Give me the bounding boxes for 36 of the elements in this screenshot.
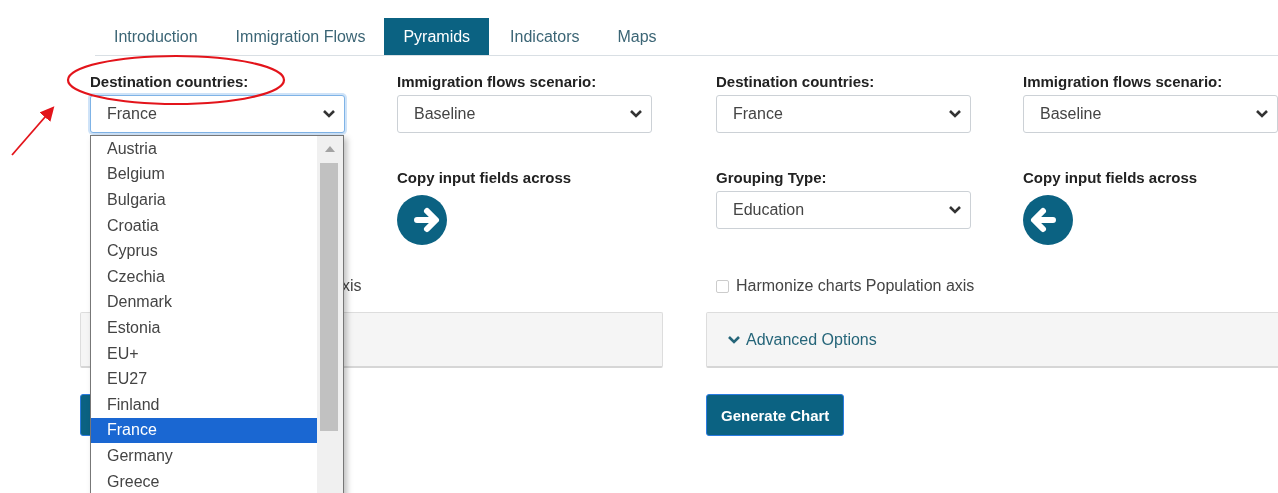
chevron-down-icon — [1255, 109, 1269, 119]
arrow-left-icon[interactable] — [1023, 195, 1073, 245]
checkbox[interactable] — [716, 279, 729, 293]
select-field[interactable]: France — [716, 95, 971, 133]
chevron-down-icon — [322, 109, 336, 119]
tab[interactable]: Introduction — [95, 18, 217, 55]
select-field[interactable]: Education — [716, 191, 971, 229]
select-field[interactable]: France — [90, 95, 345, 133]
checkbox-label: Harmonize charts Population axis — [736, 277, 975, 295]
chevron-down-icon — [948, 205, 962, 215]
scroll-up-icon[interactable] — [324, 145, 336, 153]
arrow-right-icon[interactable] — [397, 195, 447, 245]
options-panel[interactable]: Advanced Options — [706, 312, 1278, 368]
copy-label: Copy input fields across — [1023, 169, 1199, 188]
chevron-down-icon — [948, 109, 962, 119]
tab[interactable]: Immigration Flows — [216, 18, 385, 55]
field-label: Grouping Type: — [716, 169, 828, 188]
generate-chart-button[interactable]: Generate Chart — [706, 394, 845, 436]
copy-label: Copy input fields across — [397, 169, 573, 188]
scrollbar[interactable] — [317, 136, 343, 493]
chevron-down-icon — [727, 334, 741, 345]
field-label: Destination countries: — [716, 73, 876, 92]
dropdown-option[interactable]: Austria — [91, 136, 317, 162]
annotation-arrow — [11, 106, 55, 156]
advanced-options-label[interactable]: Advanced Options — [746, 330, 877, 349]
scroll-thumb[interactable] — [320, 163, 338, 431]
tab[interactable]: Indicators — [491, 18, 599, 55]
tab[interactable]: Pyramids — [384, 18, 490, 55]
tab[interactable]: Maps — [598, 18, 676, 55]
chevron-down-icon — [629, 109, 643, 119]
select-field[interactable]: Baseline — [397, 95, 652, 133]
field-label: Immigration flows scenario: — [1023, 73, 1224, 92]
select-field[interactable]: Baseline — [1023, 95, 1278, 133]
field-label: Destination countries: — [90, 73, 250, 92]
dropdown-option[interactable]: France — [91, 417, 317, 444]
field-label: Immigration flows scenario: — [397, 73, 598, 92]
